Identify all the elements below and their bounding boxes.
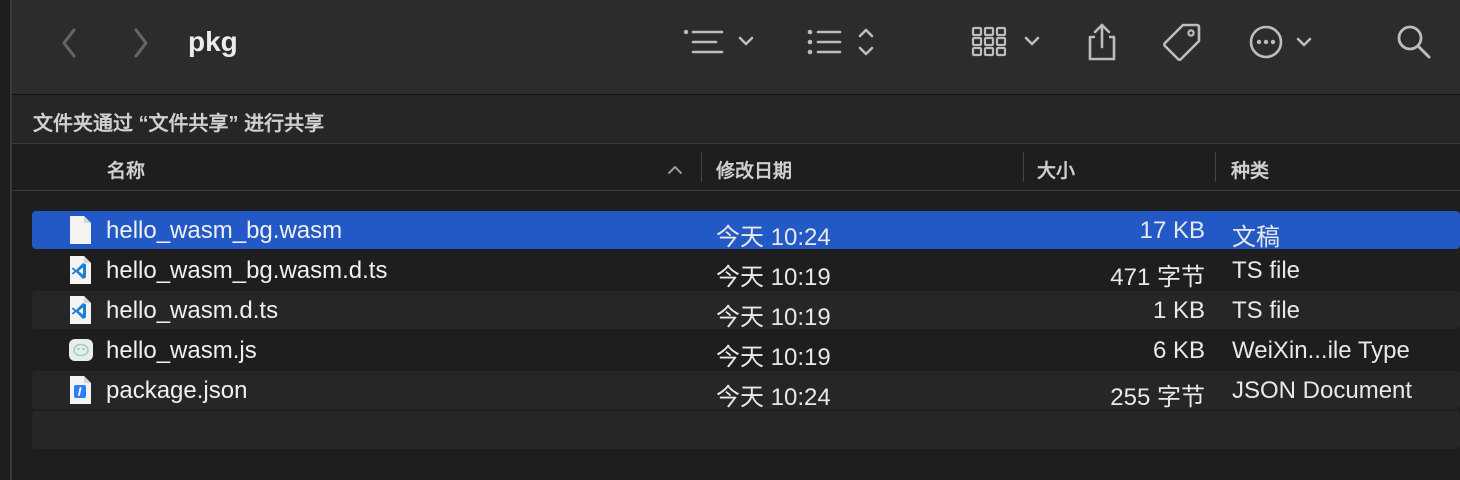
file-kind: TS file	[1232, 257, 1301, 284]
file-row[interactable]: hello_wasm_bg.wasm.d.ts 今天 10:19 471 字节 …	[32, 251, 1460, 291]
file-row[interactable]: hello_wasm.js 今天 10:19 6 KB WeiXin...ile…	[32, 331, 1460, 371]
file-name: package.json	[106, 377, 248, 404]
tag-icon[interactable]	[1160, 20, 1204, 64]
gallery-icon[interactable]	[970, 24, 1046, 60]
share-icon[interactable]	[1084, 20, 1120, 64]
sort-ascending-icon[interactable]	[666, 162, 684, 180]
file-date: 今天 10:19	[716, 264, 831, 291]
path-bar: 文件夹通过 “文件共享” 进行共享	[12, 95, 1460, 144]
file-size: 1 KB	[1152, 297, 1205, 324]
more-icon[interactable]	[1246, 22, 1318, 62]
search-icon[interactable]	[1394, 22, 1434, 62]
sharing-status-text: 文件夹通过 “文件共享” 进行共享	[33, 113, 325, 135]
file-size: 255 字节	[1110, 384, 1205, 411]
json-file-icon	[68, 375, 92, 405]
toolbar: pkg	[12, 0, 1460, 95]
list-view-icon[interactable]	[680, 24, 764, 60]
column-name[interactable]: 名称	[107, 156, 145, 183]
vscode-file-icon	[68, 295, 92, 325]
file-date: 今天 10:19	[716, 344, 831, 371]
file-kind: 文稿	[1232, 224, 1280, 251]
window-title: pkg	[188, 26, 238, 57]
file-size: 6 KB	[1152, 337, 1205, 364]
file-name: hello_wasm_bg.wasm	[106, 217, 343, 244]
file-row[interactable]: hello_wasm_bg.wasm 今天 10:24 17 KB 文稿	[32, 211, 1460, 251]
document-icon	[68, 215, 92, 245]
column-size[interactable]: 大小	[1037, 156, 1075, 183]
file-date: 今天 10:19	[716, 304, 831, 331]
column-separator[interactable]	[1215, 152, 1216, 182]
file-size: 471 字节	[1110, 264, 1205, 291]
file-kind: TS file	[1232, 297, 1301, 324]
group-icon[interactable]	[804, 22, 880, 62]
forward-icon[interactable]	[126, 26, 156, 60]
column-header: 名称 修改日期 大小 种类	[12, 144, 1460, 191]
file-name: hello_wasm.d.ts	[106, 297, 279, 324]
column-date[interactable]: 修改日期	[716, 156, 792, 183]
file-row[interactable]: package.json 今天 10:24 255 字节 JSON Docume…	[32, 371, 1460, 411]
vscode-file-icon	[68, 255, 92, 285]
file-name: hello_wasm.js	[106, 337, 257, 364]
file-date: 今天 10:24	[716, 224, 831, 251]
wechat-file-icon	[68, 335, 93, 365]
column-separator[interactable]	[1023, 152, 1024, 182]
empty-row	[32, 411, 1460, 449]
column-separator[interactable]	[701, 152, 702, 182]
file-kind: JSON Document	[1232, 377, 1413, 404]
file-date: 今天 10:24	[716, 384, 831, 411]
column-kind[interactable]: 种类	[1231, 156, 1269, 183]
file-size: 17 KB	[1139, 217, 1205, 244]
file-row[interactable]: hello_wasm.d.ts 今天 10:19 1 KB TS file	[32, 291, 1460, 331]
back-icon[interactable]	[54, 26, 84, 60]
file-name: hello_wasm_bg.wasm.d.ts	[106, 257, 388, 284]
file-kind: WeiXin...ile Type	[1232, 337, 1410, 364]
